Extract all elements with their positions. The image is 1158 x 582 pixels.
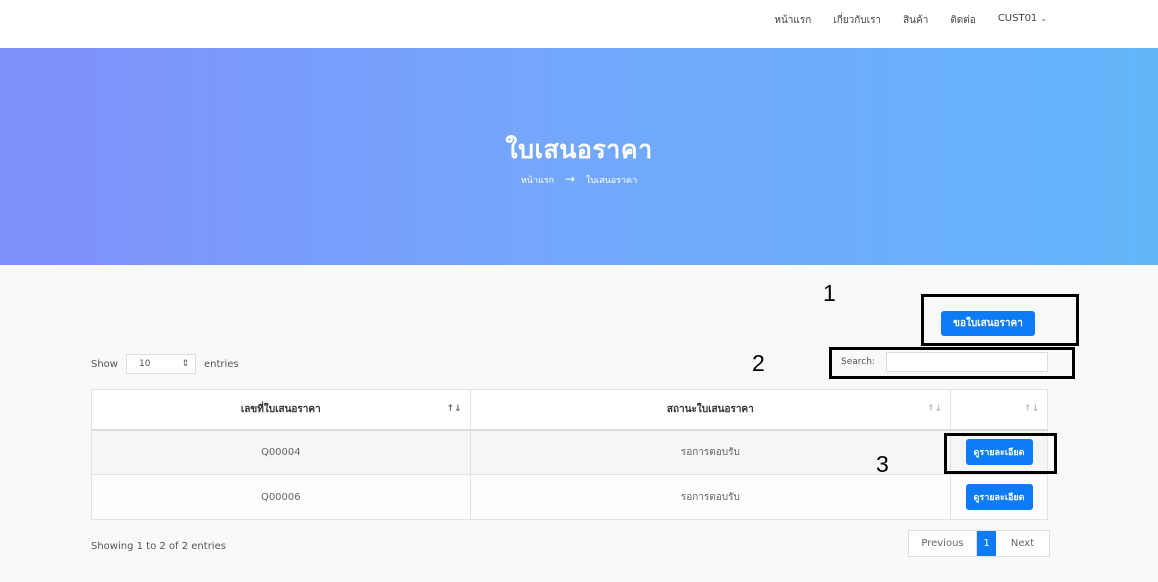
column-header-label: เลขที่ใบเสนอราคา [240,403,321,415]
table-row: Q00004 รอการตอบรับ ดูรายละเอียด [91,429,1048,475]
quotation-table: เลขที่ใบเสนอราคา ↑↓ สถานะใบเสนอราคา ↑↓ ↑↓ … [91,389,1048,520]
action-cell: ดูรายละเอียด [950,474,1048,520]
previous-page-button[interactable]: Previous [909,531,977,556]
top-navbar: หน้าแรก เกี่ยวกับเรา สินค้า ติดต่อ CUST0… [0,0,1158,48]
nav-products[interactable]: สินค้า [903,13,928,28]
annotation-box-3 [944,433,1057,474]
show-label: Show [91,358,118,370]
sort-icon: ↑↓ [926,404,943,414]
view-details-button[interactable]: ดูรายละเอียด [965,484,1033,510]
annotation-marker-2: 2 [752,350,765,376]
arrow-right-icon: → [564,172,576,186]
user-menu[interactable]: CUST01 ⌄ [998,13,1047,28]
chevron-down-icon: ⌄ [1040,14,1047,23]
hero-banner: ใบเสนอราคา หน้าแรก → ใบเสนอราคา [0,48,1158,265]
column-header-label: สถานะใบเสนอราคา [666,403,754,415]
nav-about[interactable]: เกี่ยวกับเรา [833,13,881,28]
table-info: Showing 1 to 2 of 2 entries [91,541,226,552]
nav-menu: หน้าแรก เกี่ยวกับเรา สินค้า ติดต่อ CUST0… [774,13,1047,28]
table-header-row: เลขที่ใบเสนอราคา ↑↓ สถานะใบเสนอราคา ↑↓ ↑↓ [91,389,1048,430]
annotation-marker-1: 1 [823,280,836,306]
quote-status: รอการตอบรับ [469,474,952,520]
sort-icon: ↑↓ [1023,404,1039,414]
search-input[interactable] [886,352,1048,372]
column-header-action[interactable]: ↑↓ [950,389,1048,430]
quote-number: Q00004 [91,429,471,475]
annotation-marker-3: 3 [876,451,889,477]
breadcrumb: หน้าแรก → ใบเสนอราคา [0,172,1158,187]
page-title: ใบเสนอราคา [505,135,653,164]
user-name: CUST01 [997,13,1038,24]
quote-number: Q00006 [91,474,471,520]
entries-label: entries [203,358,239,370]
breadcrumb-current: ใบเสนอราคา [585,176,638,186]
breadcrumb-home[interactable]: หน้าแรก [521,176,554,186]
next-page-button[interactable]: Next [996,531,1049,556]
nav-contact[interactable]: ติดต่อ [950,13,976,28]
search-label: Search: [841,357,875,367]
content-area: 1 ขอใบเสนอราคา Show 10 ⇕ entries 2 Searc… [0,265,1158,582]
sort-icon: ↑↓ [446,404,462,414]
table-row: Q00006 รอการตอบรับ ดูรายละเอียด [91,474,1048,520]
select-arrows-icon: ⇕ [181,359,189,369]
page-size-control: Show 10 ⇕ entries [91,354,239,374]
page-size-select[interactable]: 10 ⇕ [125,354,196,374]
nav-home[interactable]: หน้าแรก [774,13,811,28]
column-header-number[interactable]: เลขที่ใบเสนอราคา ↑↓ [91,389,471,430]
pagination: Previous 1 Next [908,530,1050,557]
page-1-button[interactable]: 1 [977,531,996,556]
request-quote-button[interactable]: ขอใบเสนอราคา [941,311,1035,336]
column-header-status[interactable]: สถานะใบเสนอราคา ↑↓ [469,389,952,430]
page-size-value: 10 [138,359,151,369]
